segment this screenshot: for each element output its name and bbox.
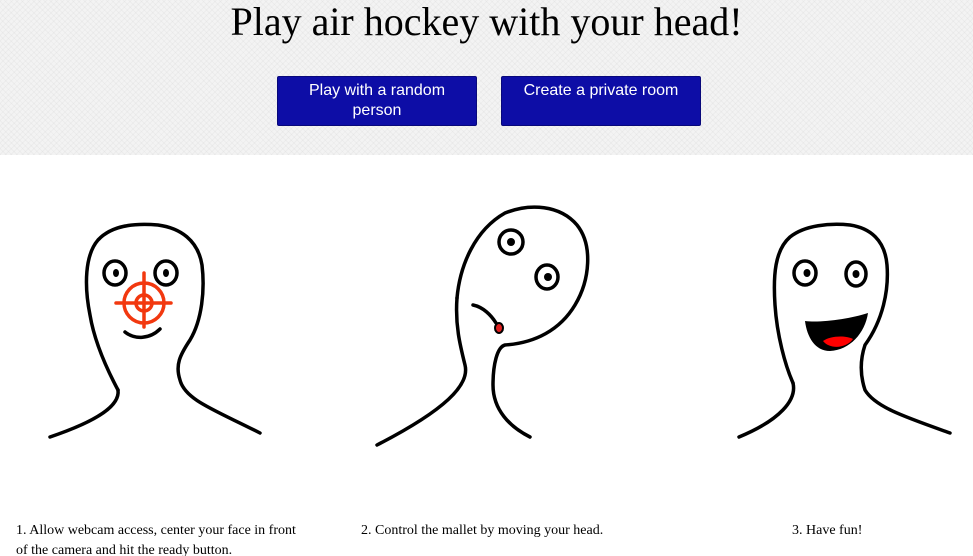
tilted-head-drawing [365, 195, 605, 455]
step-one-text: 1. Allow webcam access, center your face… [16, 523, 296, 556]
play-random-button[interactable]: Play with a random person [277, 76, 477, 126]
step-three-text: 3. Have fun! [792, 523, 863, 538]
step-two-text: 2. Control the mallet by moving your hea… [361, 523, 604, 538]
create-private-room-button[interactable]: Create a private room [501, 76, 701, 126]
face-target-drawing [40, 195, 280, 455]
page-title: Play air hockey with your head! [230, 0, 743, 44]
happy-face-drawing [725, 195, 965, 455]
